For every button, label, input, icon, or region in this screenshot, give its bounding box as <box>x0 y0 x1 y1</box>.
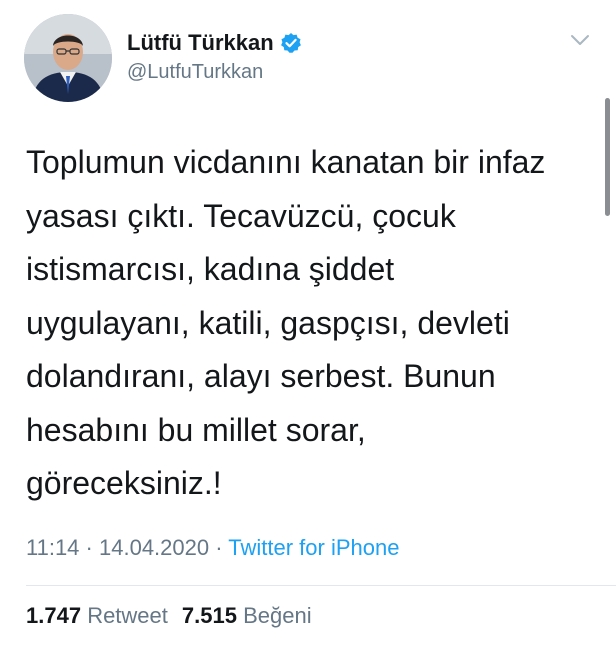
username[interactable]: @LutfuTurkkan <box>127 60 263 84</box>
scrollbar[interactable] <box>605 98 610 216</box>
display-name-text: Lütfü Türkkan <box>127 30 274 55</box>
chevron-down-icon[interactable] <box>570 32 590 48</box>
likes-count: 7.515 <box>181 603 237 628</box>
tweet-stats: 1.747 Retweet 7.515 Beğeni <box>26 602 312 630</box>
display-name[interactable]: Lütfü Türkkan <box>127 30 302 56</box>
meta-separator: · <box>215 535 223 560</box>
retweets-count: 1.747 <box>26 603 82 628</box>
tweet-date[interactable]: 14.04.2020 <box>99 535 209 560</box>
tweet-text: Toplumun vicdanını kanatan bir infaz yas… <box>26 144 546 501</box>
tweet-time[interactable]: 11:14 <box>26 535 79 560</box>
retweets-label: Retweet <box>87 603 168 628</box>
divider <box>26 585 616 586</box>
profile-photo-icon <box>24 14 112 102</box>
tweet-meta: 11:14 · 14.04.2020 · Twitter for iPhone <box>26 534 399 562</box>
likes-label: Beğeni <box>243 603 312 628</box>
retweets-stat[interactable]: 1.747 Retweet <box>26 603 168 628</box>
verified-badge-icon <box>280 32 302 54</box>
meta-separator: · <box>85 535 93 560</box>
tweet-detail: Lütfü Türkkan @LutfuTurkkan Toplumun vic… <box>0 0 616 646</box>
likes-stat[interactable]: 7.515 Beğeni <box>182 603 312 628</box>
tweet-source-link[interactable]: Twitter for iPhone <box>228 535 399 560</box>
avatar[interactable] <box>24 14 112 102</box>
